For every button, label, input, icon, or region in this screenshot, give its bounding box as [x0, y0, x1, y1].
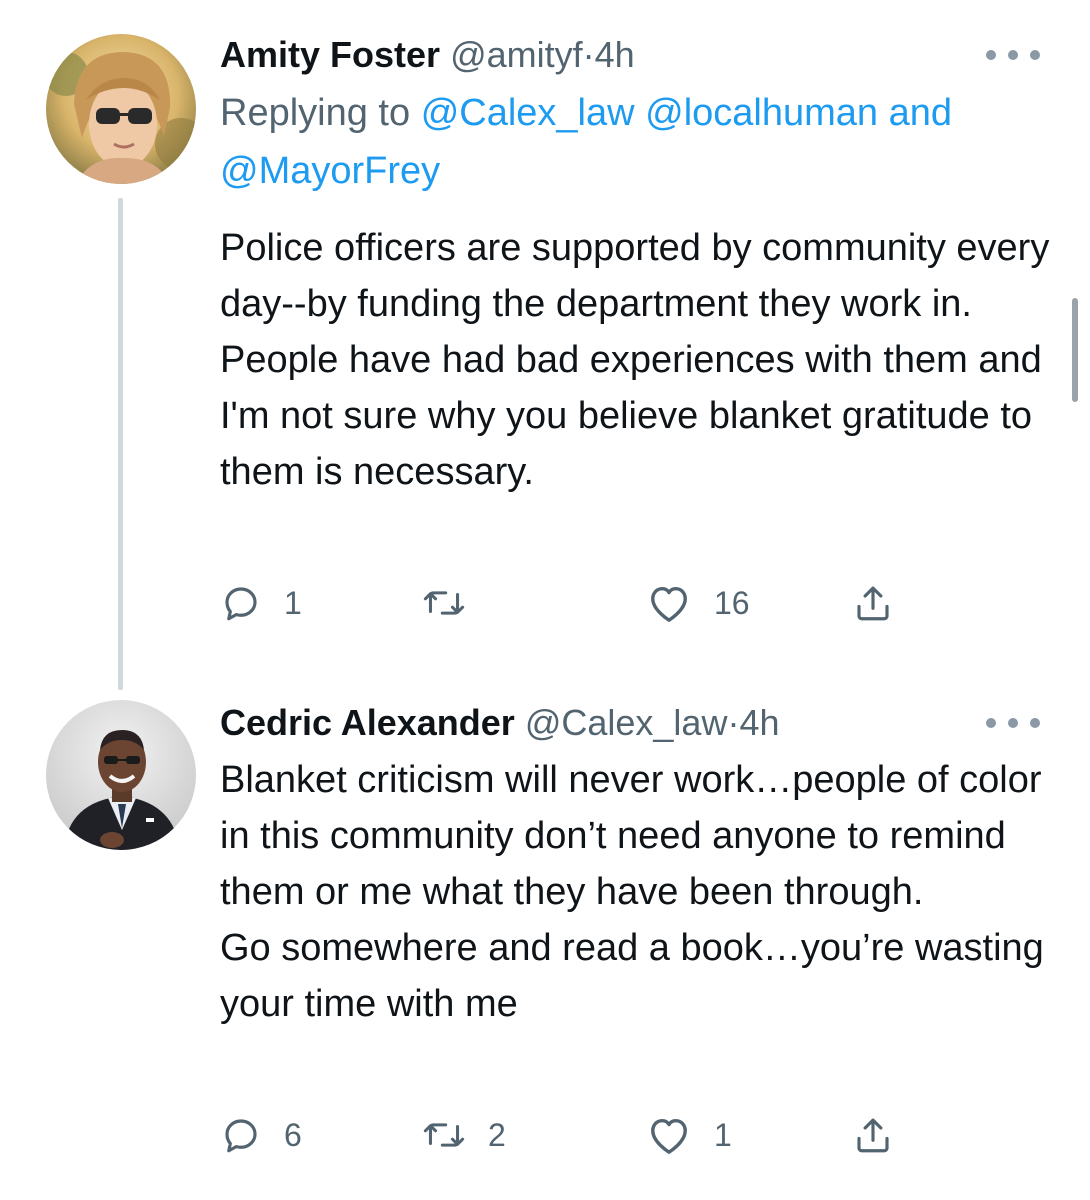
reply-count: 6: [284, 1116, 302, 1153]
like-button[interactable]: 16: [646, 578, 750, 628]
tweet-header: Cedric Alexander @Calex_law·4h: [220, 701, 779, 745]
tweet-text: Police officers are supported by communi…: [220, 220, 1050, 500]
retweet-icon: [423, 591, 465, 615]
replying-conjunction[interactable]: and: [889, 92, 952, 134]
avatar[interactable]: [46, 34, 196, 184]
thread-line: [118, 198, 123, 690]
share-button[interactable]: [852, 1110, 894, 1160]
mention-link[interactable]: @localhuman: [645, 92, 878, 134]
heart-icon: [651, 1118, 687, 1154]
share-icon: [857, 1118, 889, 1153]
timestamp[interactable]: 4h: [595, 34, 635, 75]
tweet-paragraph: Blanket criticism will never work…people…: [220, 759, 1042, 913]
retweet-button[interactable]: [422, 578, 488, 628]
retweet-button[interactable]: 2: [422, 1110, 506, 1160]
share-button[interactable]: [852, 578, 894, 628]
more-options-icon[interactable]: [986, 48, 1040, 62]
mention-link[interactable]: @Calex_law: [421, 92, 635, 134]
mention-link[interactable]: @MayorFrey: [220, 150, 440, 192]
reply-icon: [225, 587, 257, 621]
user-handle[interactable]: @amityf: [450, 34, 583, 75]
tweet-actions: 6 2 1: [220, 1110, 920, 1160]
like-count: 16: [714, 584, 750, 621]
timestamp[interactable]: 4h: [739, 702, 779, 743]
separator-dot: ·: [582, 34, 595, 75]
tweet-paragraph: Go somewhere and read a book…you’re wast…: [220, 927, 1044, 1025]
retweet-icon: [423, 1123, 465, 1147]
display-name[interactable]: Cedric Alexander: [220, 702, 515, 743]
user-handle[interactable]: @Calex_law: [525, 702, 728, 743]
more-options-icon[interactable]: [986, 716, 1040, 730]
tweet-actions: 1 16: [220, 578, 920, 628]
tweet-text: Blanket criticism will never work…people…: [220, 752, 1050, 1032]
retweet-count: 2: [488, 1116, 506, 1153]
tweet-header: Amity Foster @amityf·4h: [220, 33, 635, 77]
tweet-cedric-alexander[interactable]: Cedric Alexander @Calex_law·4h Blanket c…: [0, 690, 1090, 1200]
avatar-image: [46, 700, 196, 850]
separator-dot: ·: [727, 702, 740, 743]
replying-prefix: Replying to: [220, 92, 411, 134]
reply-count: 1: [284, 584, 302, 621]
tweet-amity-foster[interactable]: Amity Foster @amityf·4h Replying to @Cal…: [0, 0, 1090, 690]
like-count: 1: [714, 1116, 732, 1153]
avatar[interactable]: [46, 700, 196, 850]
share-icon: [857, 586, 889, 621]
like-button[interactable]: 1: [646, 1110, 732, 1160]
replying-to: Replying to @Calex_law @localhuman and @…: [220, 84, 1060, 200]
tweet-paragraph: Police officers are supported by communi…: [220, 227, 1050, 493]
display-name[interactable]: Amity Foster: [220, 34, 440, 75]
reply-icon: [225, 1119, 257, 1153]
reply-button[interactable]: 1: [220, 578, 302, 628]
heart-icon: [651, 586, 687, 622]
reply-button[interactable]: 6: [220, 1110, 302, 1160]
avatar-image: [46, 34, 196, 184]
